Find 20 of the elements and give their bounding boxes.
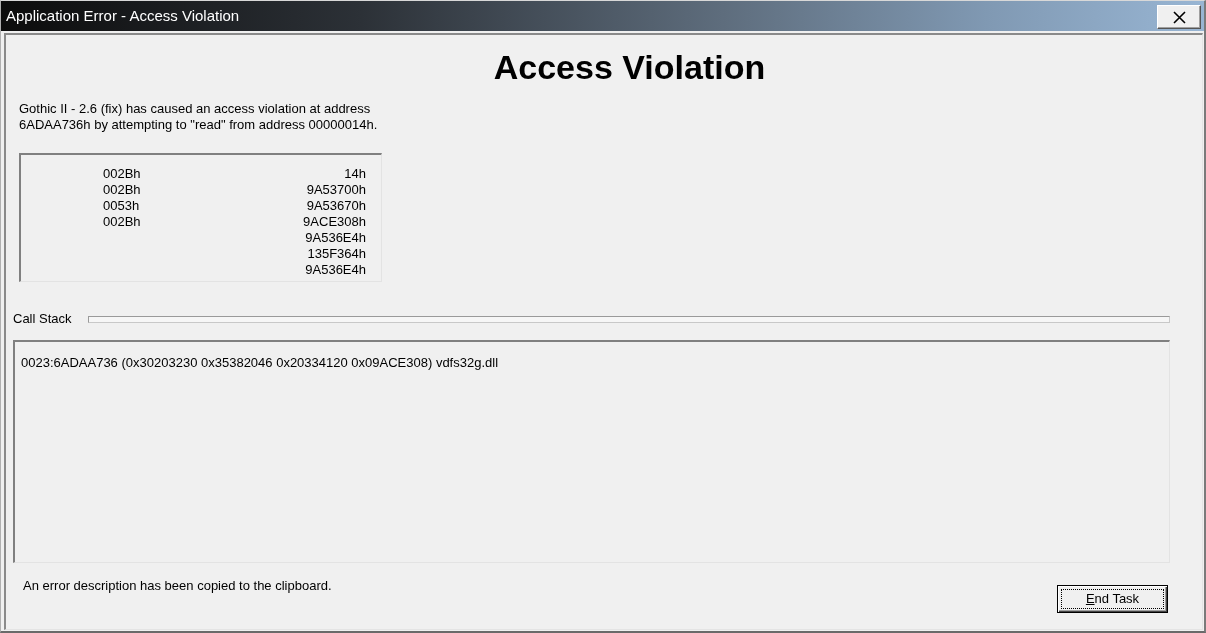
window-title: Application Error - Access Violation <box>6 7 240 25</box>
register-value: 0053h <box>103 198 141 214</box>
error-message: Gothic II - 2.6 (fix) has caused an access violation at address 6ADAA736h by attempting to "read" from address 00000014h. <box>19 101 379 133</box>
register-value: 9ACE308h <box>303 214 366 230</box>
register-value: 9A53670h <box>306 198 366 214</box>
end-task-button[interactable]: End Task <box>1057 585 1168 613</box>
close-icon <box>1172 10 1186 24</box>
register-value: 14h <box>344 166 366 182</box>
register-value: 9A536E4h <box>305 262 366 278</box>
call-stack-label: Call Stack <box>13 311 72 327</box>
register-value: 002Bh <box>103 214 141 230</box>
register-value: 9A53700h <box>306 182 366 198</box>
close-button[interactable] <box>1157 5 1201 29</box>
status-text: An error description has been copied to the clipboard. <box>23 578 332 594</box>
register-value: 135F364h <box>307 246 366 262</box>
error-heading: Access Violation <box>492 47 767 87</box>
register-value: 002Bh <box>103 166 141 182</box>
call-stack-entry: 0023:6ADAA736 (0x30203230 0x35382046 0x20334120 0x09ACE308) vdfs32g.dll <box>21 355 500 371</box>
register-value: 9A536E4h <box>305 230 366 246</box>
register-value: 002Bh <box>103 182 141 198</box>
